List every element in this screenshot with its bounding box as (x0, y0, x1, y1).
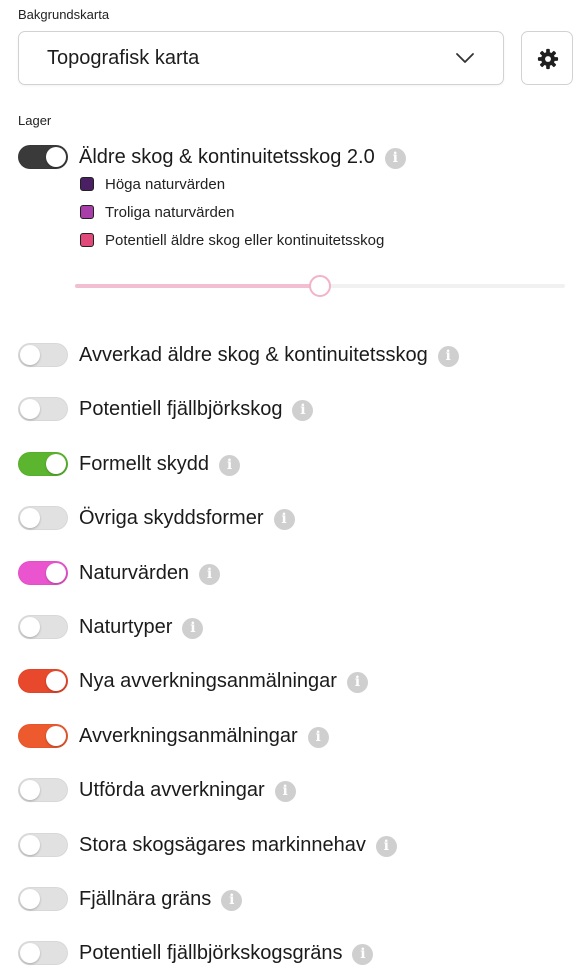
layer-name: Avverkningsanmälningar (79, 725, 298, 747)
layer-toggle-stora[interactable] (18, 833, 68, 857)
toggle-knob (46, 147, 66, 167)
layer-row-avverkad: Avverkad äldre skog & kontinuitetsskog i (18, 340, 578, 370)
toggle-knob (20, 943, 40, 963)
layer-name: Potentiell fjällbjörkskogsgräns (79, 942, 343, 964)
info-icon[interactable]: i (352, 944, 374, 965)
layer-name: Avverkad äldre skog & kontinuitetsskog (79, 344, 428, 366)
info-icon[interactable]: i (292, 400, 314, 421)
layer-label-fjallbjorkgrans: Potentiell fjällbjörkskogsgräns i (79, 942, 374, 965)
layer-toggle-aldre-skog[interactable] (18, 145, 68, 169)
info-icon[interactable]: i (437, 346, 459, 367)
toggle-knob (20, 780, 40, 800)
toggle-knob (46, 726, 66, 746)
toggle-knob (20, 889, 40, 909)
layer-toggle-naturtyper[interactable] (18, 615, 68, 639)
toggle-knob (46, 454, 66, 474)
layer-toggle-ovriga[interactable] (18, 506, 68, 530)
chevron-down-icon (456, 53, 474, 63)
layer-name: Övriga skyddsformer (79, 507, 264, 529)
slider-thumb[interactable] (309, 275, 331, 297)
basemap-label: Bakgrundskarta (18, 7, 110, 22)
layer-label-ovriga: Övriga skyddsformer i (79, 507, 295, 530)
legend-swatch (80, 233, 94, 247)
layer-label-formellt: Formellt skydd i (79, 453, 241, 476)
layer-row-ovriga: Övriga skyddsformer i (18, 503, 578, 533)
slider-fill (75, 284, 320, 288)
layer-row-utforda: Utförda avverkningar i (18, 775, 578, 805)
info-icon[interactable]: i (219, 455, 241, 476)
info-icon[interactable]: i (375, 836, 397, 857)
layer-label-naturtyper: Naturtyper i (79, 616, 204, 639)
layer-toggle-fjallbjorkgrans[interactable] (18, 941, 68, 965)
info-icon[interactable]: i (384, 148, 406, 169)
layer-label-avverkad: Avverkad äldre skog & kontinuitetsskog i (79, 344, 459, 367)
layer-panel: Bakgrundskarta Topografisk karta Lager Ä… (0, 0, 583, 973)
info-icon[interactable]: i (182, 618, 204, 639)
layer-name: Äldre skog & kontinuitetsskog 2.0 (79, 146, 375, 168)
toggle-knob (20, 399, 40, 419)
layer-toggle-utforda[interactable] (18, 778, 68, 802)
info-icon[interactable]: i (307, 727, 329, 748)
legend-label: Troliga naturvärden (105, 204, 235, 221)
layer-row-fjallbjorkgrans: Potentiell fjällbjörkskogsgräns i (18, 938, 578, 968)
layer-row-naturvarden: Naturvärden i (18, 558, 578, 588)
layer-toggle-nya-avverkning[interactable] (18, 669, 68, 693)
layer-row-naturtyper: Naturtyper i (18, 612, 578, 642)
layer-row-fjallbjork: Potentiell fjällbjörkskog i (18, 394, 578, 424)
basemap-settings-button[interactable] (521, 31, 573, 85)
layer-toggle-avverkning[interactable] (18, 724, 68, 748)
toggle-knob (20, 345, 40, 365)
layer-row-nya-avverkning: Nya avverkningsanmälningar i (18, 666, 578, 696)
layer-row-avverkning: Avverkningsanmälningar i (18, 721, 578, 751)
layer-name: Naturtyper (79, 616, 173, 638)
layer-name: Fjällnära gräns (79, 888, 212, 910)
layer-name: Nya avverkningsanmälningar (79, 670, 337, 692)
basemap-selected-value: Topografisk karta (47, 47, 200, 69)
info-icon[interactable]: i (199, 564, 221, 585)
layers-label: Lager (18, 113, 52, 128)
layer-name: Stora skogsägares markinnehav (79, 834, 366, 856)
layer-name: Potentiell fjällbjörkskog (79, 398, 283, 420)
legend-label: Höga naturvärden (105, 176, 226, 193)
layer-row-aldre-skog: Äldre skog & kontinuitetsskog 2.0 i (18, 142, 578, 172)
toggle-knob (20, 617, 40, 637)
info-icon[interactable]: i (273, 509, 295, 530)
layer-label-stora: Stora skogsägares markinnehav i (79, 834, 397, 857)
layer-row-stora: Stora skogsägares markinnehav i (18, 830, 578, 860)
layer-toggle-fjallbjork[interactable] (18, 397, 68, 421)
basemap-select[interactable]: Topografisk karta (18, 31, 504, 85)
layer-label-aldre-skog: Äldre skog & kontinuitetsskog 2.0 i (79, 146, 406, 169)
layer-name: Formellt skydd (79, 453, 210, 475)
layer-toggle-naturvarden[interactable] (18, 561, 68, 585)
info-icon[interactable]: i (221, 890, 243, 911)
layer-toggle-fjallnara[interactable] (18, 887, 68, 911)
legend-label: Potentiell äldre skog eller kontinuitets… (105, 232, 385, 249)
layer-label-utforda: Utförda avverkningar i (79, 779, 296, 802)
layer-label-nya-avverkning: Nya avverkningsanmälningar i (79, 670, 368, 693)
layer-name: Utförda avverkningar (79, 779, 265, 801)
info-icon[interactable]: i (346, 672, 368, 693)
layer-label-naturvarden: Naturvärden i (79, 562, 221, 585)
layer-label-avverkning: Avverkningsanmälningar i (79, 725, 329, 748)
layer-label-fjallbjork: Potentiell fjällbjörkskog i (79, 398, 314, 421)
toggle-knob (20, 835, 40, 855)
layer-toggle-avverkad[interactable] (18, 343, 68, 367)
layer-row-formellt: Formellt skydd i (18, 449, 578, 479)
info-icon[interactable]: i (274, 781, 296, 802)
layer-toggle-formellt[interactable] (18, 452, 68, 476)
opacity-slider[interactable] (75, 274, 565, 298)
legend-swatch (80, 205, 94, 219)
toggle-knob (46, 671, 66, 691)
toggle-knob (46, 563, 66, 583)
legend-swatch (80, 177, 94, 191)
layer-row-fjallnara: Fjällnära gräns i (18, 884, 578, 914)
gear-icon (537, 48, 559, 70)
layer-name: Naturvärden (79, 562, 190, 584)
toggle-knob (20, 508, 40, 528)
layer-label-fjallnara: Fjällnära gräns i (79, 888, 243, 911)
